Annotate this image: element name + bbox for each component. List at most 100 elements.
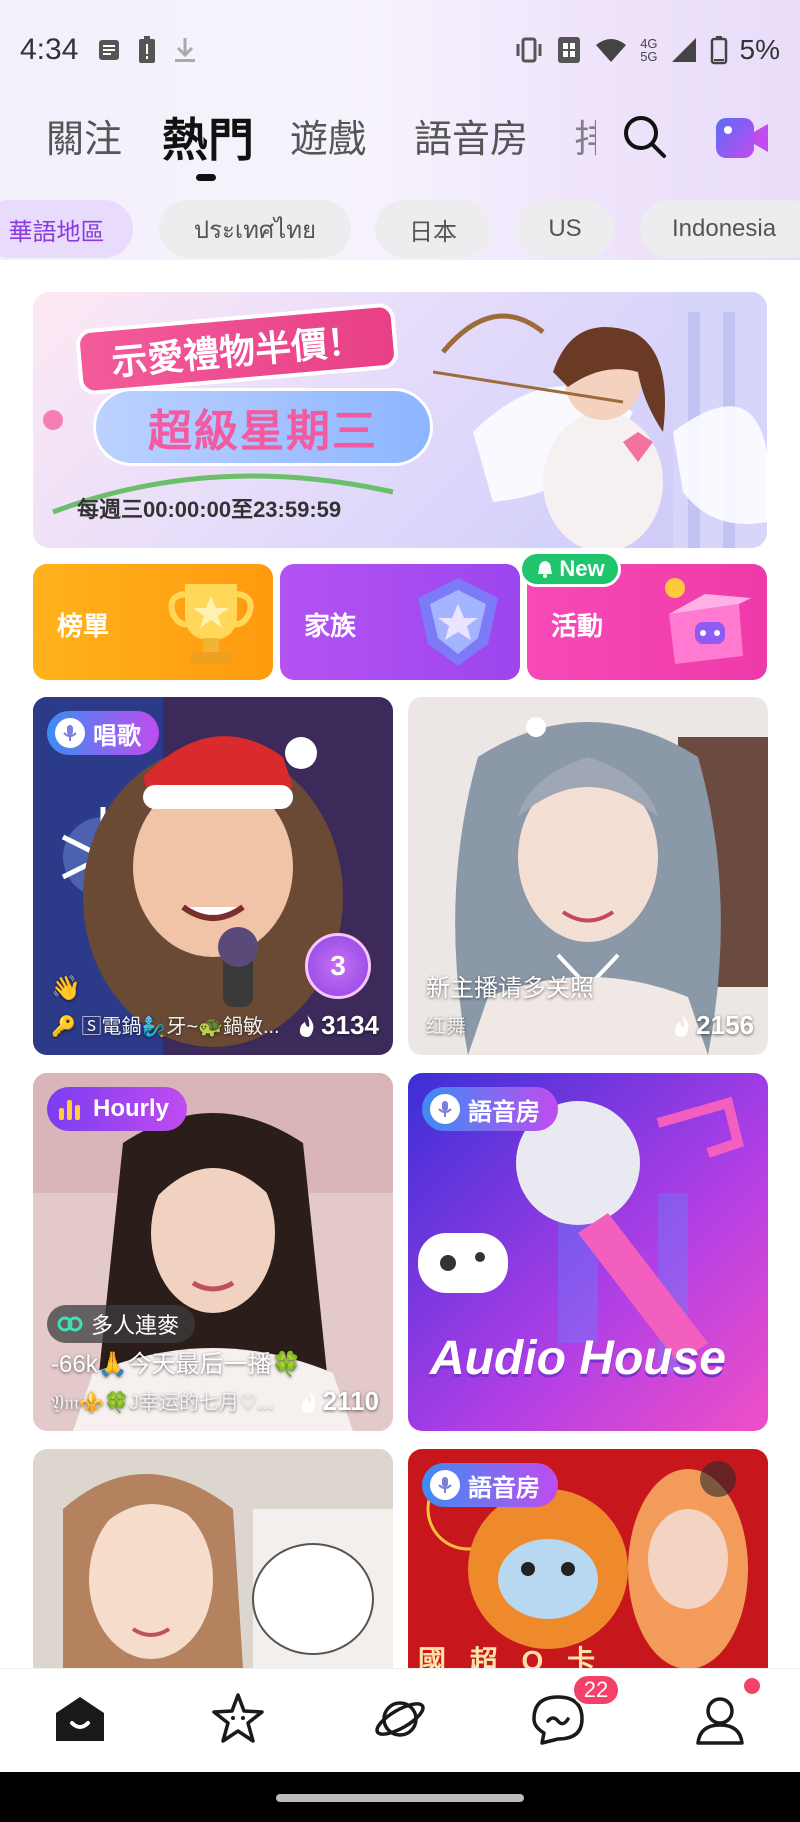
room-title: 新主播请多关照 [426,975,594,1002]
ranking-button[interactable]: 榜單 [33,564,273,680]
voice-room-card[interactable]: 語音房 Audio House [408,1073,768,1431]
category-tag-label: 語音房 [468,1474,540,1502]
level-badge: 3 [305,933,371,999]
document-icon [99,40,120,60]
planet-icon[interactable] [372,1691,428,1747]
stream-thumbnail [33,1449,393,1668]
microphone-icon [430,1470,460,1500]
battery-percent: 5% [739,34,780,65]
region-filter-chips: 華語地區 ประเทศไทย 日本 US Indonesia [0,200,800,260]
multi-guest-tag: 多人連麥 [47,1305,196,1343]
star-icon[interactable] [210,1691,266,1747]
status-notification-icons [96,36,198,64]
link-icon [57,1316,83,1332]
go-live-video-icon[interactable] [714,110,770,166]
live-room-card[interactable]: 新主播请多关照 红舞 2156 [408,697,768,1055]
status-bar: 4:34 4G 5G 5% [0,0,800,100]
live-room-card[interactable]: Hourly 多人連麥 -66k🙏今天最后一播🍀 𝔜𝔪⚜️🍀J幸运的七月♡...… [33,1073,393,1431]
family-label: 家族 [304,611,357,641]
category-tag: 語音房 [422,1087,558,1131]
status-system-icons: 4G 5G 5% [514,34,780,66]
popularity-value: 2110 [322,1386,379,1416]
category-tag-label: 語音房 [468,1098,540,1126]
microphone-icon [55,718,85,748]
alert-battery-icon [139,36,156,63]
unread-messages-badge: 22 [572,1674,620,1706]
profile-notification-dot [744,1678,760,1694]
tab-popular[interactable]: 熱門 [162,104,254,170]
live-room-card[interactable]: 唱歌 3 👋 🔑 🅂電鍋🧞‍♂️牙~🐢鍋敏... 3134 [33,697,393,1055]
home-icon[interactable] [52,1691,108,1747]
flame-icon [300,1014,314,1037]
profile-icon[interactable] [692,1691,748,1747]
category-tag-label: 唱歌 [93,722,141,750]
popularity-count: 2156 [672,1010,754,1041]
tab-more[interactable]: 排 [574,108,596,163]
search-icon[interactable] [620,112,670,162]
chip-label: 日本 [409,218,457,246]
flame-icon [675,1014,689,1037]
new-badge-label: New [559,556,605,581]
wifi-icon [596,39,627,62]
ranking-label: 榜單 [57,611,110,641]
status-time: 4:34 [20,33,79,66]
flame-icon [301,1390,315,1413]
chip-thailand[interactable]: ประเทศไทย [159,200,351,258]
popularity-value: 2156 [696,1010,754,1040]
cupid-illustration [433,313,767,548]
room-title: 👋 [51,975,81,1002]
chip-japan[interactable]: 日本 [375,200,491,258]
room-owner: 🔑 🅂電鍋🧞‍♂️牙~🐢鍋敏... [51,1016,280,1038]
chip-label: Indonesia [672,215,777,242]
tab-following[interactable]: 關注 [46,108,122,163]
network-type-label: 4G 5G [640,37,657,63]
audio-house-title: Audio House [430,1332,726,1385]
trophy-icon [168,584,254,664]
bell-icon [538,561,553,578]
top-tabs: 關注 熱門 遊戲 語音房 排 [0,100,800,190]
new-badge: New [519,551,621,587]
chip-label: US [548,215,582,242]
events-label: 活動 [551,611,604,641]
category-tag: 語音房 [422,1463,558,1507]
chip-label: ประเทศไทย [193,216,317,244]
family-crest-icon [418,578,498,666]
home-gesture-bar[interactable] [276,1794,524,1802]
chip-chinese-region[interactable]: 華語地區 [0,200,133,258]
bar-chart-icon [59,1100,80,1120]
banner-sign: 國 超 Q 卡 [418,1645,604,1668]
tab-games[interactable]: 遊戲 [290,108,366,163]
room-owner: 红舞 [426,1016,466,1038]
category-tag: 唱歌 [47,711,159,755]
vibrate-icon [516,37,542,63]
room-owner: 𝔜𝔪⚜️🍀J幸运的七月♡... [51,1392,274,1414]
bottom-navigation [0,1668,800,1772]
popularity-count: 2110 [299,1386,379,1417]
download-icon [175,38,196,62]
room-title: -66k🙏今天最后一播🍀 [51,1351,302,1378]
popularity-count: 3134 [297,1010,379,1041]
microphone-icon [430,1094,460,1124]
banner-schedule: 每週三00:00:00至23:59:59 [77,497,342,522]
tab-voice-room[interactable]: 語音房 [414,108,528,163]
battery-icon [710,36,727,65]
promo-banner[interactable]: 示愛禮物半價！ 超級星期三 每週三00:00:00至23:59:59 [33,292,767,548]
banner-title: 超級星期三 [93,388,433,466]
hourly-tag-label: Hourly [93,1095,170,1122]
chip-indonesia[interactable]: Indonesia [640,200,800,258]
signal-icon [671,38,696,62]
popularity-value: 3134 [321,1010,379,1040]
family-button[interactable]: 家族 [280,564,520,680]
level-value: 3 [330,950,346,981]
hourly-tag: Hourly [47,1087,188,1131]
network-5g: 5G [640,49,658,64]
tab-active-indicator [196,174,216,181]
voice-room-card[interactable]: 語音房 國 超 Q 卡 [408,1449,768,1668]
live-room-card[interactable] [33,1449,393,1668]
app-screen: 4:34 4G 5G 5% 關注 熱門 遊戲 語音房 排 華語地區 ประเทศ… [0,0,800,1822]
sim-icon [558,37,581,63]
gift-box-icon [665,578,751,664]
chip-us[interactable]: US [516,200,614,258]
multi-guest-label: 多人連麥 [91,1313,180,1338]
chip-label: 華語地區 [8,218,105,246]
